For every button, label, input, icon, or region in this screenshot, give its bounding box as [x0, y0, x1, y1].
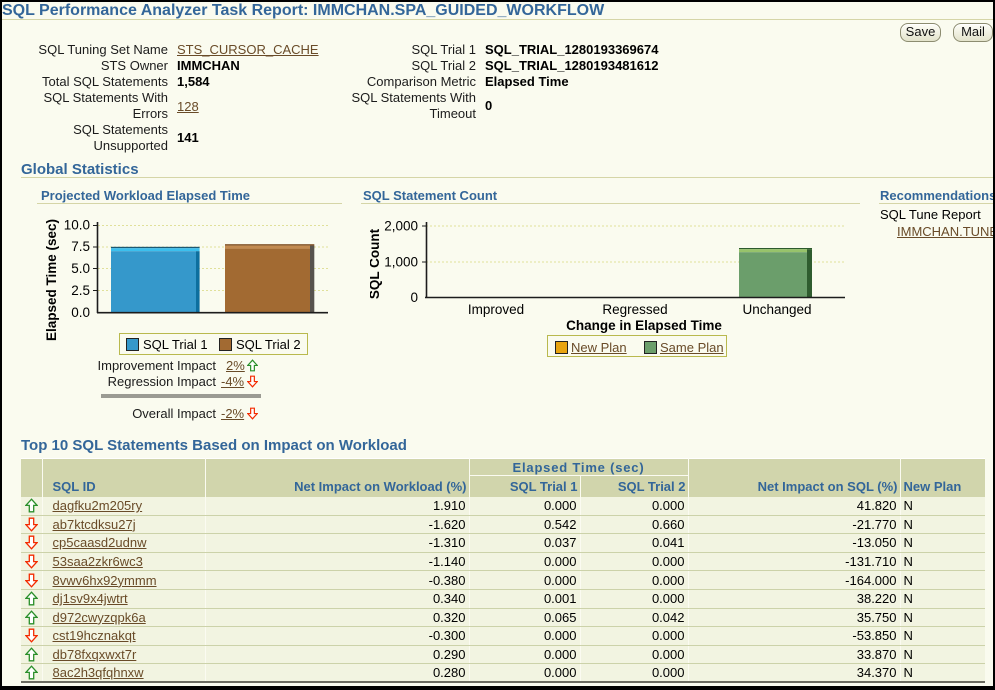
svg-text:2,000: 2,000 — [384, 219, 418, 234]
svg-text:10.0: 10.0 — [64, 218, 90, 233]
svg-text:0: 0 — [410, 290, 418, 305]
svg-text:Unchanged: Unchanged — [742, 302, 811, 317]
svg-text:5.0: 5.0 — [71, 261, 90, 276]
svg-text:0.0: 0.0 — [71, 305, 90, 320]
svg-text:Improved: Improved — [468, 302, 524, 317]
svg-text:SQL Count: SQL Count — [370, 228, 382, 299]
svg-text:7.5: 7.5 — [71, 239, 90, 254]
svg-text:1,000: 1,000 — [384, 255, 418, 270]
svg-text:Elapsed Time (sec): Elapsed Time (sec) — [44, 219, 59, 341]
svg-text:Regressed: Regressed — [602, 302, 667, 317]
svg-text:2.5: 2.5 — [71, 283, 90, 298]
